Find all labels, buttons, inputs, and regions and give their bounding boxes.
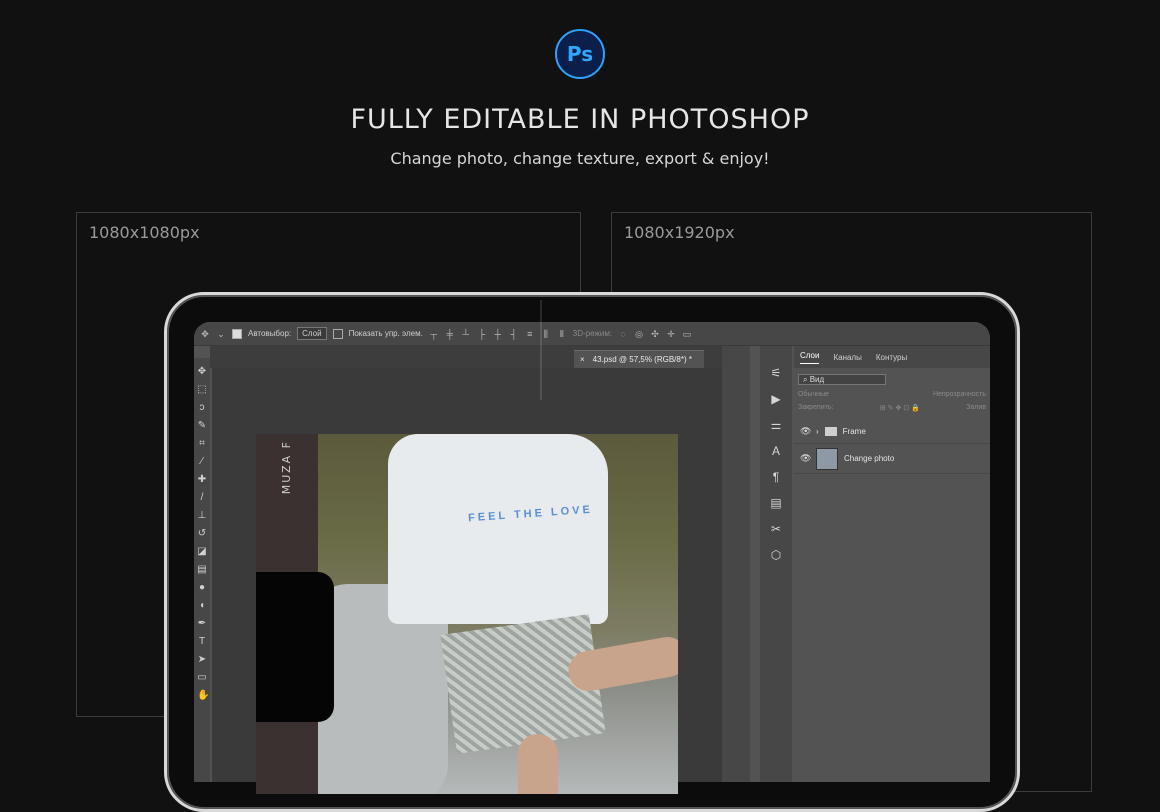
tools-icon[interactable]: ✂ <box>769 522 783 536</box>
photoshop-logo: Ps <box>555 29 605 79</box>
poster-preview: MUZA F FEEL THE LOVE <box>256 434 678 794</box>
close-icon[interactable]: × <box>580 355 585 364</box>
stamp-icon[interactable]: ⊥ <box>197 510 207 522</box>
mini-panel-dock: ⚟ ▶ ⚌ A ¶ ▤ ✂ ⬡ <box>760 346 792 782</box>
tab-channels[interactable]: Каналы <box>833 353 861 362</box>
visibility-eye-icon[interactable]: 👁 <box>800 453 811 464</box>
hand-icon[interactable]: ✋ <box>197 690 209 702</box>
align-top-icon[interactable]: ┬ <box>429 329 439 339</box>
layer-row-change-photo[interactable]: 👁 Change photo <box>794 444 990 474</box>
layer-thumbnail <box>816 447 838 470</box>
slide-3d-icon[interactable]: ✛ <box>666 329 676 339</box>
pen-icon[interactable]: ✒ <box>197 618 207 630</box>
notes-icon[interactable]: ▤ <box>769 496 783 510</box>
eyedropper-icon[interactable]: ⁄ <box>197 456 207 468</box>
distribute-h-icon[interactable]: ⦀ <box>557 329 567 339</box>
tools-panel: ✥ ⬚ ↄ ✎ ⌗ ⁄ ✚ / ⊥ ↺ ◪ ▤ ● ◖ ✒ T ➤ ▭ ✋ <box>194 358 210 782</box>
healing-icon[interactable]: ✚ <box>197 474 207 486</box>
layer-row-frame[interactable]: 👁 › Frame <box>794 420 990 444</box>
distribute-v-icon[interactable]: ⫼ <box>541 329 551 339</box>
autoselect-checkbox[interactable] <box>232 328 242 339</box>
lock-label: Закрепить: <box>798 404 834 411</box>
quick-select-icon[interactable]: ✎ <box>197 420 207 432</box>
frame-square-label: 1080x1080px <box>89 223 200 242</box>
leg <box>518 734 558 794</box>
properties-icon[interactable]: ⚟ <box>769 366 783 380</box>
chevron-right-icon[interactable]: › <box>816 427 819 436</box>
shape-icon[interactable]: ▭ <box>197 672 207 684</box>
scale-3d-icon[interactable]: ▭ <box>682 329 692 339</box>
pan-3d-icon[interactable]: ✣ <box>650 329 660 339</box>
align-right-icon[interactable]: ┤ <box>509 329 519 339</box>
layers-panel: Слои Каналы Контуры ⌕ Вид Обычные Непроз… <box>794 346 990 782</box>
play-icon[interactable]: ▶ <box>769 392 783 406</box>
eraser-icon[interactable]: ◪ <box>197 546 207 558</box>
layers-tabs: Слои Каналы Контуры <box>794 346 990 368</box>
folder-icon <box>824 427 837 436</box>
visibility-eye-icon[interactable]: 👁 <box>800 426 811 437</box>
lock-row: Закрепить: ⊞ ✎ ✥ ⊡ 🔒 Залив <box>798 404 986 412</box>
paragraph-icon[interactable]: ¶ <box>769 470 783 484</box>
document-tab[interactable]: × 43.psd @ 57,5% (RGB/8*) * <box>574 350 704 368</box>
crop-icon[interactable]: ⌗ <box>197 438 207 450</box>
dodge-icon[interactable]: ◖ <box>197 600 207 612</box>
path-select-icon[interactable]: ➤ <box>197 654 207 666</box>
align-center-icon[interactable]: ┼ <box>493 329 503 339</box>
character-icon[interactable]: A <box>769 444 783 458</box>
align-bottom-icon[interactable]: ┴ <box>461 329 471 339</box>
autoselect-label: Автовыбор: <box>248 329 292 338</box>
brush-icon[interactable]: / <box>197 492 207 504</box>
fill-label[interactable]: Залив <box>966 404 986 412</box>
tab-layers[interactable]: Слои <box>800 351 820 364</box>
layer-name: Frame <box>842 427 866 436</box>
frame-story-label: 1080x1920px <box>624 223 735 242</box>
tshirt <box>388 434 608 624</box>
align-left-icon[interactable]: ├ <box>477 329 487 339</box>
autoselect-dropdown[interactable]: Слой <box>297 327 327 340</box>
layer-filter-dropdown[interactable]: ⌕ Вид <box>798 374 886 385</box>
chevron-down-icon[interactable]: ⌄ <box>216 329 226 339</box>
poster-vertical-text: MUZA F <box>280 440 293 495</box>
document-title: 43.psd @ 57,5% (RGB/8*) * <box>592 355 692 364</box>
lock-icons[interactable]: ⊞ ✎ ✥ ⊡ 🔒 <box>880 404 920 412</box>
cube-3d-icon[interactable]: ⬡ <box>769 548 783 562</box>
blend-mode-dropdown[interactable]: Обычные <box>798 391 829 398</box>
panel-collapse-strip <box>722 346 750 782</box>
adjustments-icon[interactable]: ⚌ <box>769 418 783 432</box>
show-controls-checkbox[interactable] <box>332 328 343 339</box>
mode-3d-label: 3D-режим: <box>572 329 613 338</box>
tab-paths[interactable]: Контуры <box>876 353 907 362</box>
search-icon: ⌕ <box>803 375 808 384</box>
show-controls-label: Показать упр. элем. <box>348 329 423 338</box>
history-brush-icon[interactable]: ↺ <box>197 528 207 540</box>
lasso-icon[interactable]: ↄ <box>197 402 207 414</box>
opacity-label[interactable]: Непрозрачность <box>933 391 986 398</box>
subline: Change photo, change texture, export & e… <box>390 149 770 168</box>
options-bar: ✥ ⌄ Автовыбор: Слой Показать упр. элем. … <box>194 322 990 346</box>
layer-filter-value: Вид <box>809 375 825 384</box>
move-icon[interactable]: ✥ <box>197 366 207 378</box>
poster-photo: FEEL THE LOVE <box>318 434 678 794</box>
roll-3d-icon[interactable]: ◎ <box>634 329 644 339</box>
distribute-icon[interactable]: ≡ <box>525 329 535 339</box>
blend-row: Обычные Непрозрачность <box>798 391 986 398</box>
align-middle-icon[interactable]: ╪ <box>445 329 455 339</box>
headline: FULLY EDITABLE IN PHOTOSHOP <box>350 104 810 135</box>
marquee-icon[interactable]: ⬚ <box>197 384 207 396</box>
layer-name: Change photo <box>844 454 895 463</box>
type-icon[interactable]: T <box>197 636 207 648</box>
screen-reflection <box>540 300 542 400</box>
poster-cutout <box>256 572 334 722</box>
orbit-3d-icon[interactable]: ◌ <box>618 329 628 339</box>
blur-icon[interactable]: ● <box>197 582 207 594</box>
photoshop-logo-text: Ps <box>566 42 594 66</box>
gradient-icon[interactable]: ▤ <box>197 564 207 576</box>
move-tool-icon[interactable]: ✥ <box>200 329 210 339</box>
